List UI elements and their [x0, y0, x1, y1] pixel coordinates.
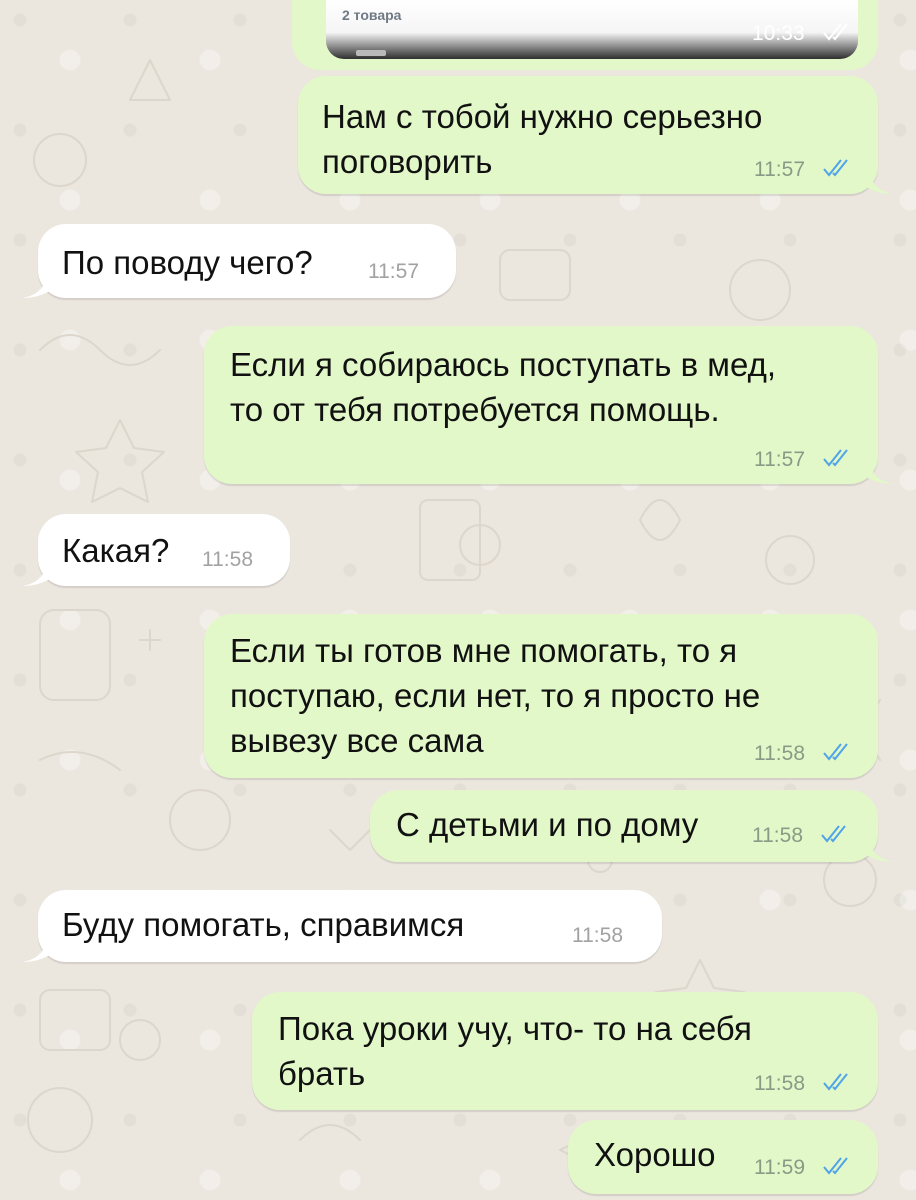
message-time: 11:58 — [754, 742, 805, 765]
message-time: 11:58 — [754, 1072, 805, 1095]
message-text: Пока уроки учу, что- то на себя брать — [278, 1010, 752, 1092]
bubble-tail — [22, 940, 48, 962]
message-bubble-outgoing[interactable]: Хорошо 11:59 — [568, 1120, 878, 1194]
message-bubble-incoming[interactable]: Буду помогать, справимся 11:58 — [22, 890, 662, 962]
bubble-tail — [868, 172, 894, 194]
message-time: 11:57 — [754, 448, 805, 471]
message-time: 11:57 — [368, 260, 419, 283]
message-preview-card[interactable]: 2 товара 10:33 — [292, 0, 878, 70]
message-bubble-incoming[interactable]: Какая? 11:58 — [22, 514, 290, 586]
double-check-icon — [823, 23, 848, 41]
bubble-tail — [868, 840, 894, 862]
double-check-icon — [823, 159, 848, 177]
double-check-icon — [823, 1157, 848, 1175]
message-time: 11:58 — [202, 548, 253, 571]
double-check-icon — [823, 449, 848, 467]
message-bubble-outgoing[interactable]: Если я собираюсь поступать в мед, то от … — [204, 326, 894, 484]
message-time: 11:59 — [754, 1156, 805, 1179]
double-check-icon — [823, 1073, 848, 1091]
bubble-tail — [22, 276, 48, 298]
double-check-icon — [821, 825, 846, 843]
message-bubble-outgoing[interactable]: Нам с тобой нужно серьезно поговорить 11… — [298, 76, 894, 194]
message-text: По поводу чего? — [62, 244, 313, 281]
message-text: Если я собираюсь поступать в мед, то от … — [230, 346, 777, 428]
message-bubble-outgoing[interactable]: С детьми и по дому 11:58 — [370, 790, 894, 862]
message-time: 11:58 — [572, 924, 623, 947]
message-text: С детьми и по дому — [396, 806, 699, 843]
product-thumbnail — [356, 50, 386, 56]
bubble-tail — [22, 564, 48, 586]
message-bubble-outgoing[interactable]: Пока уроки учу, что- то на себя брать 11… — [252, 992, 878, 1110]
message-bubble-incoming[interactable]: По поводу чего? 11:57 — [22, 224, 456, 298]
double-check-icon — [823, 743, 848, 761]
message-text: Буду помогать, справимся — [62, 906, 465, 943]
message-time: 10:33 — [752, 22, 805, 45]
message-text: Если ты готов мне помогать, то я поступа… — [230, 632, 761, 759]
message-bubble-outgoing[interactable]: Если ты готов мне помогать, то я поступа… — [204, 614, 878, 778]
message-time: 11:57 — [754, 158, 805, 181]
bubble-tail — [868, 462, 894, 484]
message-text: Какая? — [62, 532, 170, 569]
message-text: Хорошо — [594, 1136, 716, 1173]
message-text: Нам с тобой нужно серьезно поговорить — [322, 98, 763, 180]
product-count-label: 2 товара — [342, 7, 402, 23]
message-time: 11:58 — [752, 824, 803, 847]
